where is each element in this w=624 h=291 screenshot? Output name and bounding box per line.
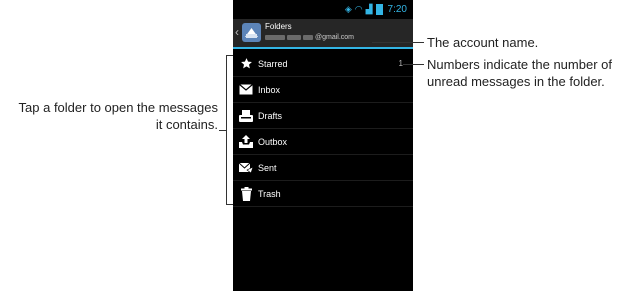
redacted-text [287, 35, 301, 40]
folder-item-starred[interactable]: Starred 1 [233, 51, 413, 77]
callout-account-name: The account name. [427, 35, 539, 50]
callout-leader [403, 64, 424, 65]
callout-leader [219, 130, 226, 131]
drafts-icon [239, 109, 253, 123]
envelope-icon [239, 83, 253, 97]
callout-tap-folder: Tap a folder to open the messages it con… [19, 99, 218, 133]
action-bar: ‹ Folders @gmail.com [233, 19, 413, 49]
callout-text: Numbers indicate the number of [427, 57, 612, 72]
redacted-text [303, 35, 313, 40]
star-icon [239, 57, 253, 71]
status-bar: ◈ ◠ ▟ 7:20 [233, 0, 413, 19]
callout-text: it contains. [155, 117, 218, 132]
redacted-text [265, 35, 285, 40]
email-app-icon[interactable] [242, 23, 261, 42]
outbox-icon [239, 135, 253, 149]
callout-bracket [226, 55, 227, 205]
status-time: 7:20 [387, 4, 407, 15]
folder-item-drafts[interactable]: Drafts [233, 103, 413, 129]
wifi-icon: ◠ [354, 4, 363, 14]
account-domain: @gmail.com [315, 34, 355, 41]
sent-icon [239, 161, 253, 175]
account-name: @gmail.com [265, 34, 354, 41]
callout-leader [372, 42, 424, 43]
folders-title: Folders [265, 22, 292, 31]
callout-bracket-bottom [226, 204, 233, 205]
folder-label: Drafts [258, 110, 283, 121]
folder-label: Inbox [258, 84, 281, 95]
callout-unread: Numbers indicate the number of unread me… [427, 56, 612, 90]
folder-item-trash[interactable]: Trash [233, 181, 413, 207]
folder-label: Starred [258, 58, 288, 69]
folder-label: Trash [258, 188, 281, 199]
folder-item-outbox[interactable]: Outbox [233, 129, 413, 155]
folder-label: Outbox [258, 136, 288, 147]
callout-text: Tap a folder to open the messages [18, 100, 218, 115]
folder-item-sent[interactable]: Sent [233, 155, 413, 181]
folder-list: Starred 1 Inbox Drafts Outbox Sent Trash [233, 51, 413, 207]
phone-screen: ◈ ◠ ▟ 7:20 ‹ Folders @gmail.com Starred … [233, 0, 413, 291]
folder-label: Sent [258, 162, 277, 173]
folder-item-inbox[interactable]: Inbox [233, 77, 413, 103]
back-chevron-icon[interactable]: ‹ [235, 26, 239, 38]
trash-icon [239, 186, 253, 201]
signal-icon: ▟ [365, 4, 373, 14]
battery-icon [375, 4, 383, 15]
callout-bracket-top [226, 55, 233, 56]
vibrate-icon: ◈ [344, 4, 352, 14]
callout-text: unread messages in the folder. [427, 74, 605, 89]
